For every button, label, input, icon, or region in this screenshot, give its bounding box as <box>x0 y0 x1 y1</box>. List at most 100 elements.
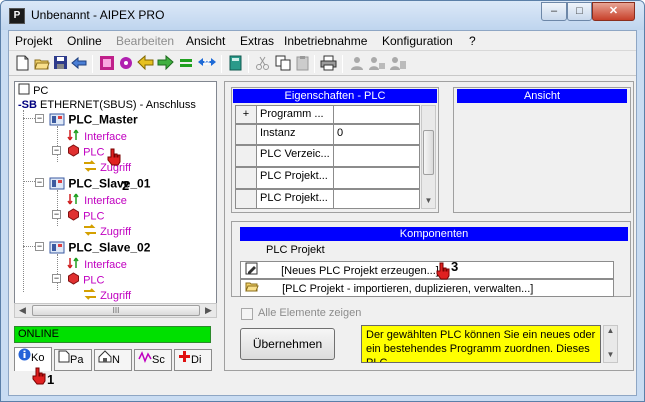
property-value[interactable] <box>333 167 420 189</box>
tree-master-label: PLC_Master <box>68 112 138 127</box>
new-icon[interactable] <box>14 55 31 72</box>
expander-plc-1[interactable]: − <box>52 146 61 155</box>
settings-icon[interactable] <box>117 55 134 72</box>
arrow-left-icon[interactable] <box>137 54 154 72</box>
menu-projekt[interactable]: Projekt <box>15 34 52 48</box>
show-all-elements-checkbox[interactable] <box>241 308 253 320</box>
svg-text:M: M <box>204 60 210 67</box>
tree-line <box>57 190 58 226</box>
scroll-down-icon[interactable]: ▼ <box>422 196 435 208</box>
scope-icon <box>138 350 152 370</box>
tree-bus[interactable]: -SB ETHERNET(SBUS) - Anschluss <box>18 98 196 112</box>
tree-root[interactable]: PC <box>18 83 48 97</box>
back-icon[interactable] <box>71 55 88 72</box>
tree-item-plc-master[interactable]: PLC_Master <box>49 112 138 127</box>
menu-ansicht[interactable]: Ansicht <box>186 34 225 48</box>
tree-item-plc-2[interactable]: PLC <box>67 208 104 222</box>
copy-icon[interactable] <box>274 55 291 72</box>
scroll-thumb[interactable]: III <box>32 305 200 316</box>
info-text-box: Der gewählten PLC können Sie ein neues o… <box>361 325 601 363</box>
swap-icon[interactable]: M <box>197 55 216 72</box>
window-title: Unbenannt - AIPEX PRO <box>31 8 165 22</box>
property-value[interactable] <box>333 105 420 124</box>
group-icon[interactable] <box>389 55 406 72</box>
paste-icon[interactable] <box>294 55 311 72</box>
property-value[interactable]: 0 <box>333 124 420 145</box>
save-icon[interactable] <box>52 55 69 72</box>
tree-item-interface-2[interactable]: Interface <box>67 193 127 207</box>
expander-slave-1[interactable]: − <box>35 178 44 187</box>
step-marker-3: 3 <box>451 259 459 274</box>
scroll-down-icon[interactable]: ▼ <box>604 350 617 362</box>
property-value[interactable] <box>333 189 420 209</box>
scroll-up-icon[interactable]: ▲ <box>604 326 617 338</box>
tree-item-interface-1[interactable]: Interface <box>67 129 127 143</box>
tree-horizontal-scrollbar[interactable]: ◀ III ▶ <box>14 303 217 318</box>
tree-item-plc-slave-02[interactable]: PLC_Slave_02 <box>49 240 151 255</box>
calculator-icon[interactable] <box>227 55 244 72</box>
detail-area: Eigenschaften - PLC + Programm ... Insta… <box>224 81 634 371</box>
tab-parameter[interactable]: Pa <box>54 349 92 371</box>
tree-item-plc-1[interactable]: PLC <box>67 144 104 158</box>
equal-icon[interactable] <box>177 55 194 72</box>
printer-icon[interactable] <box>320 55 337 72</box>
scroll-right-icon[interactable]: ▶ <box>201 304 216 317</box>
interface-icon <box>67 257 81 273</box>
menu-bearbeiten[interactable]: Bearbeiten <box>116 34 174 48</box>
maximize-button[interactable]: □ <box>567 2 592 21</box>
user-icon[interactable] <box>348 55 365 72</box>
tree-slave2-label: PLC_Slave_02 <box>68 240 151 255</box>
menu-extras[interactable]: Extras <box>240 34 274 48</box>
tree-item-zugriff-3[interactable]: Zugriff <box>83 288 131 302</box>
menu-online[interactable]: Online <box>67 34 102 48</box>
row-gutter <box>235 189 257 209</box>
tree-item-zugriff-2[interactable]: Zugriff <box>83 224 131 238</box>
property-value[interactable] <box>333 145 420 167</box>
cut-icon[interactable] <box>254 55 271 72</box>
minimize-button[interactable]: – <box>541 2 567 21</box>
scroll-left-icon[interactable]: ◀ <box>15 304 30 317</box>
expander-plc-2[interactable]: − <box>52 210 61 219</box>
properties-header: Eigenschaften - PLC <box>233 89 437 103</box>
open-icon[interactable] <box>33 55 50 72</box>
folder-open-icon <box>245 280 259 298</box>
expander-slave-2[interactable]: − <box>35 242 44 251</box>
plus-red-icon <box>178 350 191 370</box>
menu-konfiguration[interactable]: Konfiguration <box>382 34 453 48</box>
scroll-thumb[interactable] <box>423 130 434 175</box>
row-gutter <box>235 145 257 167</box>
apply-button[interactable]: Übernehmen <box>240 328 335 360</box>
row-expander[interactable]: + <box>235 105 257 124</box>
menu-inbetriebnahme[interactable]: Inbetriebnahme <box>284 34 367 48</box>
tab-label: Ko <box>31 352 45 364</box>
tab-scope[interactable]: Sc <box>134 349 172 371</box>
tree-item-plc-3[interactable]: PLC <box>67 272 104 286</box>
title-bar[interactable]: P Unbenannt - AIPEX PRO – □ ✕ <box>1 1 644 30</box>
list-item-import-project[interactable]: [PLC Projekt - importieren, duplizieren,… <box>240 279 614 297</box>
new-project-label: [Neues PLC Projekt erzeugen...] <box>281 264 439 277</box>
tree-item-plc-slave-01[interactable]: PLC_Slave_01 <box>49 176 150 191</box>
tree-line <box>57 254 58 290</box>
expander-plc-3[interactable]: − <box>52 274 61 283</box>
expander-master[interactable]: − <box>35 114 44 123</box>
users-icon[interactable] <box>368 55 385 72</box>
ansicht-panel: Ansicht <box>453 87 631 213</box>
tree-line <box>23 110 24 292</box>
print-preview-icon[interactable] <box>98 55 115 72</box>
list-item-new-project[interactable]: [Neues PLC Projekt erzeugen...] <box>240 261 614 279</box>
tree-interface-label: Interface <box>84 258 127 271</box>
tab-diagnose[interactable]: Di <box>174 349 212 371</box>
online-status-bar: ONLINE <box>14 326 211 343</box>
tab-label: Pa <box>70 354 84 366</box>
row-gutter <box>235 167 257 189</box>
arrow-right-icon[interactable] <box>157 54 174 72</box>
close-button[interactable]: ✕ <box>592 2 635 21</box>
info-vertical-scrollbar[interactable]: ▲ ▼ <box>603 325 618 363</box>
tab-netzwerk[interactable]: N <box>94 349 132 371</box>
menu-help[interactable]: ? <box>469 34 476 48</box>
project-tree[interactable]: PC -SB ETHERNET(SBUS) - Anschluss − PLC_… <box>14 81 217 316</box>
properties-vertical-scrollbar[interactable]: ▼ <box>421 105 436 209</box>
komponenten-panel: Komponenten PLC Projekt [Neues PLC Proje… <box>231 221 631 297</box>
tree-item-interface-3[interactable]: Interface <box>67 257 127 271</box>
tree-zugriff-label: Zugriff <box>100 225 132 238</box>
